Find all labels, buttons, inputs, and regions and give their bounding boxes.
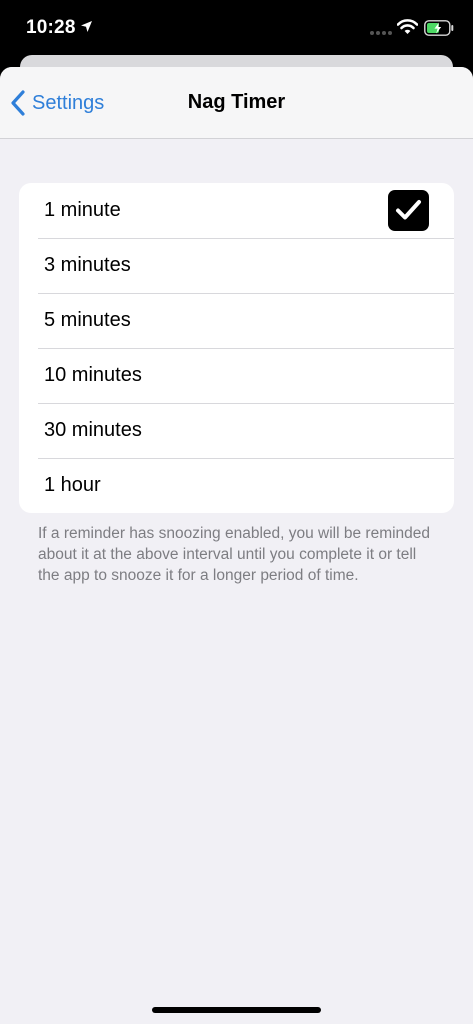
option-label: 1 minute <box>44 199 121 221</box>
option-label: 10 minutes <box>44 364 142 386</box>
location-arrow-icon <box>81 21 92 32</box>
interval-options-list: 1 minute 3 minutes 5 minutes 10 minutes … <box>19 183 454 513</box>
option-30-minutes[interactable]: 30 minutes <box>19 403 454 458</box>
checkmark-icon <box>388 190 429 231</box>
option-1-hour[interactable]: 1 hour <box>19 458 454 513</box>
option-5-minutes[interactable]: 5 minutes <box>19 293 454 348</box>
option-label: 30 minutes <box>44 419 142 441</box>
status-bar: 10:28 <box>0 0 473 56</box>
wifi-icon <box>397 19 418 34</box>
battery-charging-icon <box>424 20 454 36</box>
cellular-signal-icon <box>370 31 392 35</box>
home-indicator[interactable] <box>152 1007 321 1013</box>
option-1-minute[interactable]: 1 minute <box>19 183 454 238</box>
nag-timer-sheet: Settings Nag Timer 1 minute 3 minutes 5 … <box>0 67 473 1024</box>
option-label: 5 minutes <box>44 309 131 331</box>
option-label: 1 hour <box>44 474 101 496</box>
option-10-minutes[interactable]: 10 minutes <box>19 348 454 403</box>
option-label: 3 minutes <box>44 254 131 276</box>
status-time: 10:28 <box>26 17 76 38</box>
footer-note: If a reminder has snoozing enabled, you … <box>38 525 431 584</box>
page-title: Nag Timer <box>187 91 286 113</box>
navigation-bar: Settings Nag Timer <box>0 67 473 139</box>
option-3-minutes[interactable]: 3 minutes <box>19 238 454 293</box>
